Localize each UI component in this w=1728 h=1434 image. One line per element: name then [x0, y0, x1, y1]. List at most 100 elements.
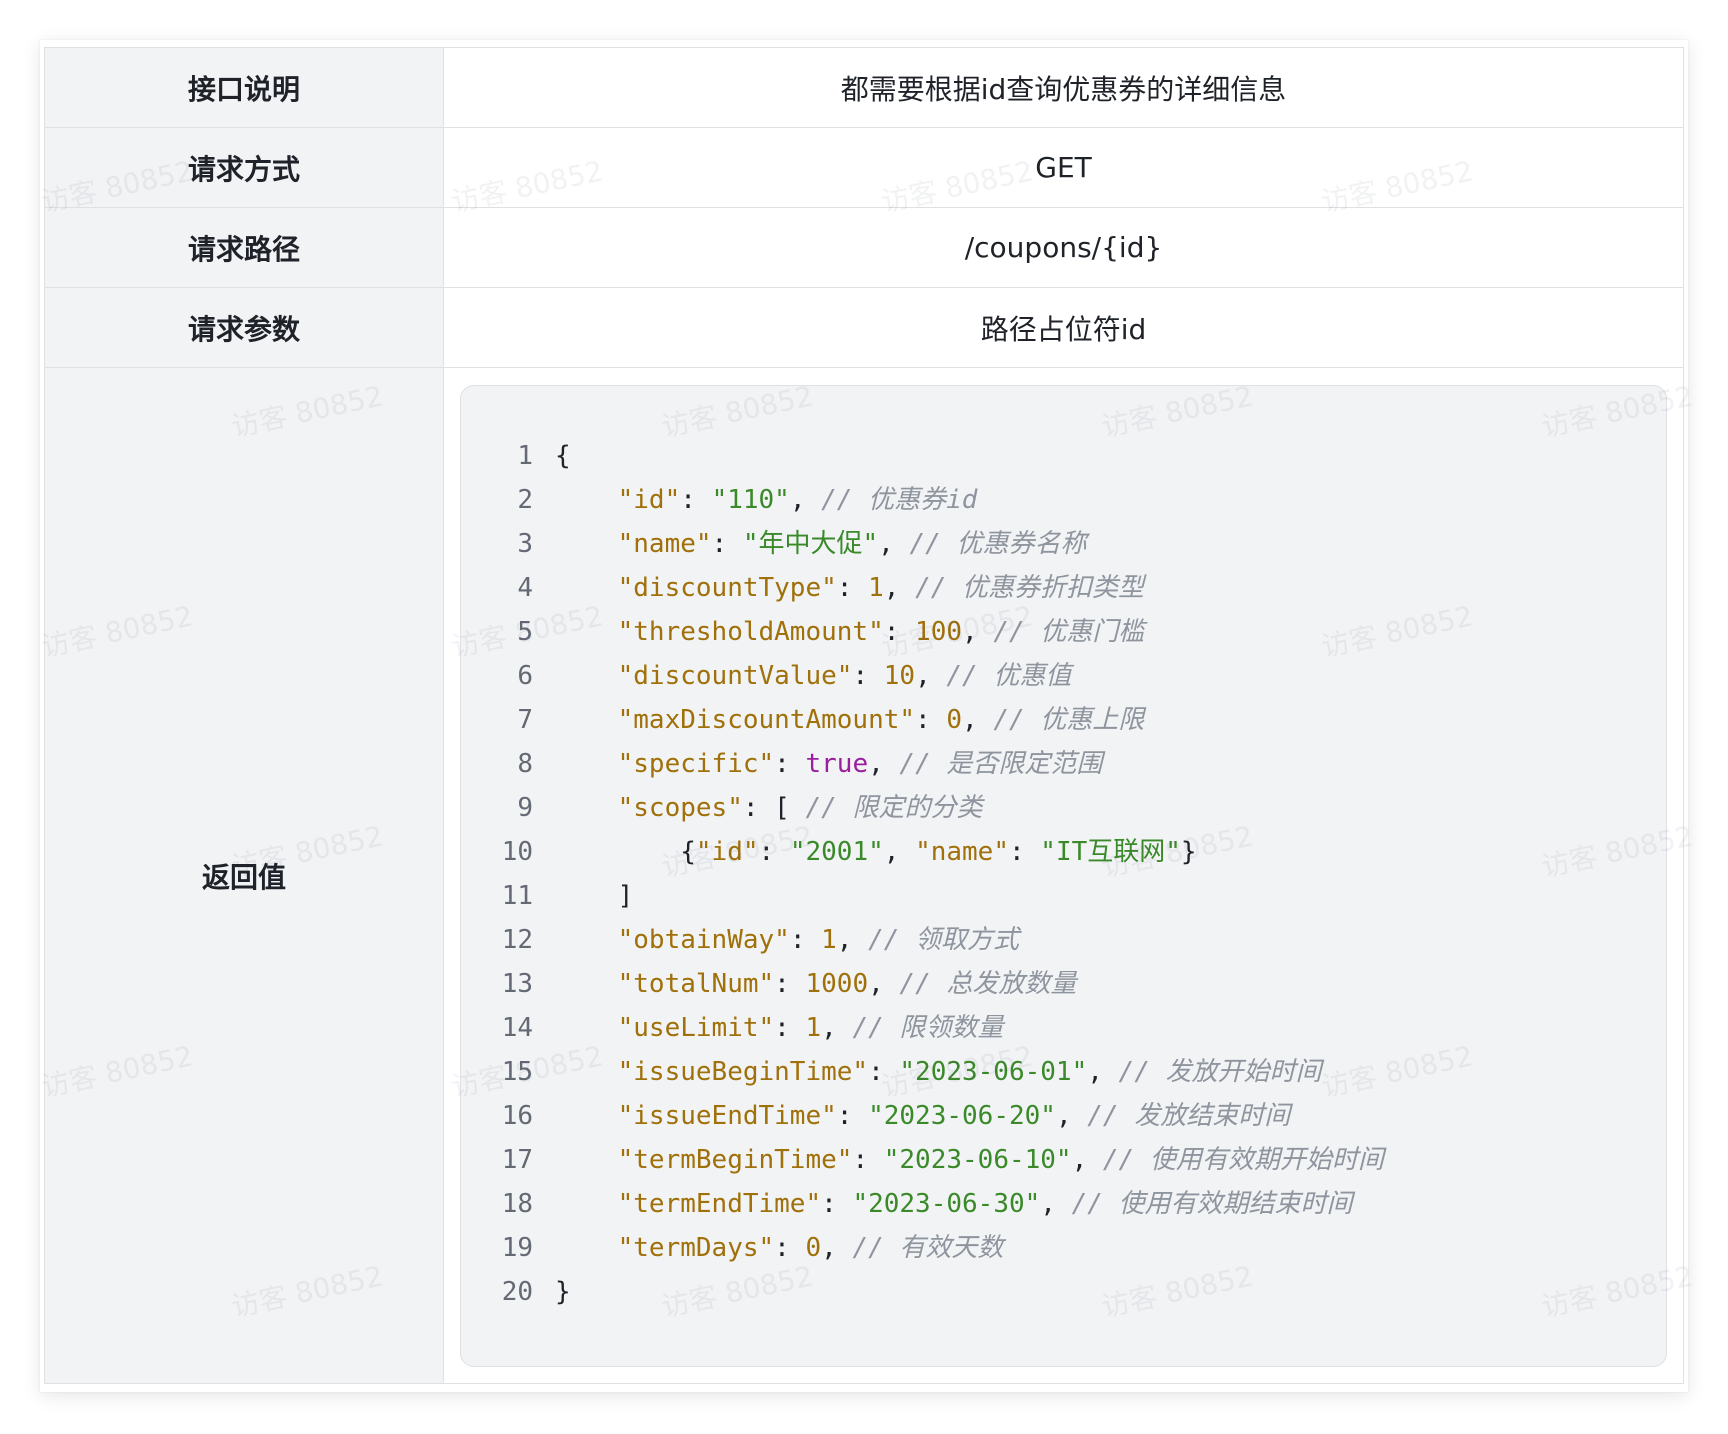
code-token: // 使用有效期开始时间 — [1102, 1144, 1384, 1175]
code-text: "totalNum": 1000, // 总发放数量 — [555, 962, 1077, 1006]
code-line: 1{ — [461, 434, 1666, 478]
code-token: { — [555, 440, 571, 471]
line-number: 14 — [501, 1012, 533, 1043]
line-number: 20 — [501, 1276, 533, 1307]
code-line: 9 "scopes": [ // 限定的分类 — [461, 786, 1666, 830]
line-number: 6 — [517, 660, 533, 691]
code-token: } — [1180, 836, 1197, 867]
code-line: 15 "issueBeginTime": "2023-06-01", // 发放… — [461, 1050, 1666, 1094]
code-token: : — [836, 572, 869, 603]
code-token: // 优惠券名称 — [909, 528, 1087, 559]
code-token: "110" — [711, 484, 790, 515]
code-text: { — [555, 434, 571, 478]
code-token: : — [758, 836, 790, 867]
code-text: "termDays": 0, // 有效天数 — [555, 1226, 1004, 1270]
code-text: "discountType": 1, // 优惠券折扣类型 — [555, 566, 1144, 610]
code-line: 19 "termDays": 0, // 有效天数 — [461, 1226, 1666, 1270]
code-text: "termEndTime": "2023-06-30", // 使用有效期结束时… — [555, 1182, 1353, 1226]
code-token: , — [915, 660, 947, 691]
code-token: "specific" — [617, 748, 775, 779]
line-number: 10 — [501, 836, 533, 867]
line-number: 16 — [501, 1100, 533, 1131]
row-value: 都需要根据id查询优惠券的详细信息 — [443, 47, 1684, 128]
row-key: 接口说明 — [44, 47, 444, 128]
code-text: ] — [555, 874, 634, 918]
row-key: 请求路径 — [44, 207, 444, 288]
line-number: 15 — [501, 1056, 533, 1087]
code-text: "obtainWay": 1, // 领取方式 — [555, 918, 1019, 962]
line-number: 7 — [517, 704, 533, 735]
code-text: "issueEndTime": "2023-06-20", // 发放结束时间 — [555, 1094, 1291, 1138]
row-value: 1{2 "id": "110", // 优惠券id 3 "name": "年中大促… — [443, 367, 1684, 1384]
code-text: "specific": true, // 是否限定范围 — [555, 742, 1103, 786]
code-text: "issueBeginTime": "2023-06-01", // 发放开始时… — [555, 1050, 1322, 1094]
code-token: 1000 — [805, 968, 869, 999]
code-token: // 优惠券id — [821, 484, 978, 515]
code-token: "2023-06-10" — [883, 1144, 1072, 1175]
code-token: "2001" — [789, 836, 884, 867]
code-token: // 优惠券折扣类型 — [915, 572, 1145, 603]
code-token: : — [680, 484, 712, 515]
code-token: "thresholdAmount" — [617, 616, 884, 647]
code-token: "IT互联网" — [1040, 836, 1181, 867]
code-token: // 使用有效期结束时间 — [1071, 1188, 1353, 1219]
code-line: 16 "issueEndTime": "2023-06-20", // 发放结束… — [461, 1094, 1666, 1138]
line-number: 18 — [501, 1188, 533, 1219]
line-number: 17 — [501, 1144, 533, 1175]
code-token: 1 — [821, 924, 837, 955]
code-line: 5 "thresholdAmount": 100, // 优惠门槛 — [461, 610, 1666, 654]
code-token: "2023-06-30" — [852, 1188, 1041, 1219]
code-token: "issueEndTime" — [617, 1100, 837, 1131]
code-token: : — [883, 616, 916, 647]
code-token: // 发放结束时间 — [1087, 1100, 1291, 1131]
code-token: : [ — [742, 792, 806, 823]
code-token: : — [1008, 836, 1041, 867]
line-number: 11 — [501, 880, 533, 911]
code-token: // 优惠值 — [946, 660, 1072, 691]
code-token: // 限领数量 — [852, 1012, 1004, 1043]
line-number: 19 — [501, 1232, 533, 1263]
code-token: 100 — [915, 616, 963, 647]
code-token: : — [852, 660, 884, 691]
code-text: "discountValue": 10, // 优惠值 — [555, 654, 1072, 698]
code-line: 6 "discountValue": 10, // 优惠值 — [461, 654, 1666, 698]
code-token: "totalNum" — [617, 968, 775, 999]
code-token: "termDays" — [617, 1232, 775, 1263]
code-token: // 发放开始时间 — [1118, 1056, 1322, 1087]
code-text: "id": "110", // 优惠券id — [555, 478, 978, 522]
code-token: "scopes" — [617, 792, 743, 823]
code-text: "maxDiscountAmount": 0, // 优惠上限 — [555, 698, 1145, 742]
code-block[interactable]: 1{2 "id": "110", // 优惠券id 3 "name": "年中大促… — [460, 384, 1667, 1367]
table-row-return: 返回值 1{2 "id": "110", // 优惠券id 3 "name": "… — [44, 367, 1684, 1384]
code-line: 20} — [461, 1270, 1666, 1314]
code-line: 7 "maxDiscountAmount": 0, // 优惠上限 — [461, 698, 1666, 742]
code-token: "useLimit" — [617, 1012, 775, 1043]
code-token: : — [915, 704, 947, 735]
code-text: "termBeginTime": "2023-06-10", // 使用有效期开… — [555, 1138, 1384, 1182]
line-number: 5 — [517, 616, 533, 647]
line-number: 8 — [517, 748, 533, 779]
code-line: 12 "obtainWay": 1, // 领取方式 — [461, 918, 1666, 962]
code-token: , — [962, 616, 994, 647]
api-spec-table: 接口说明 都需要根据id查询优惠券的详细信息 请求方式 GET 请求路径 /co… — [44, 47, 1684, 1384]
code-token: "name" — [617, 528, 712, 559]
code-token: "name" — [915, 836, 1009, 867]
code-token: : — [711, 528, 743, 559]
row-key: 请求方式 — [44, 127, 444, 208]
code-token: 1 — [805, 1012, 822, 1043]
code-token: , — [868, 748, 900, 779]
code-token: "id" — [617, 484, 681, 515]
code-text: "scopes": [ // 限定的分类 — [555, 786, 983, 830]
code-token: , — [962, 704, 994, 735]
